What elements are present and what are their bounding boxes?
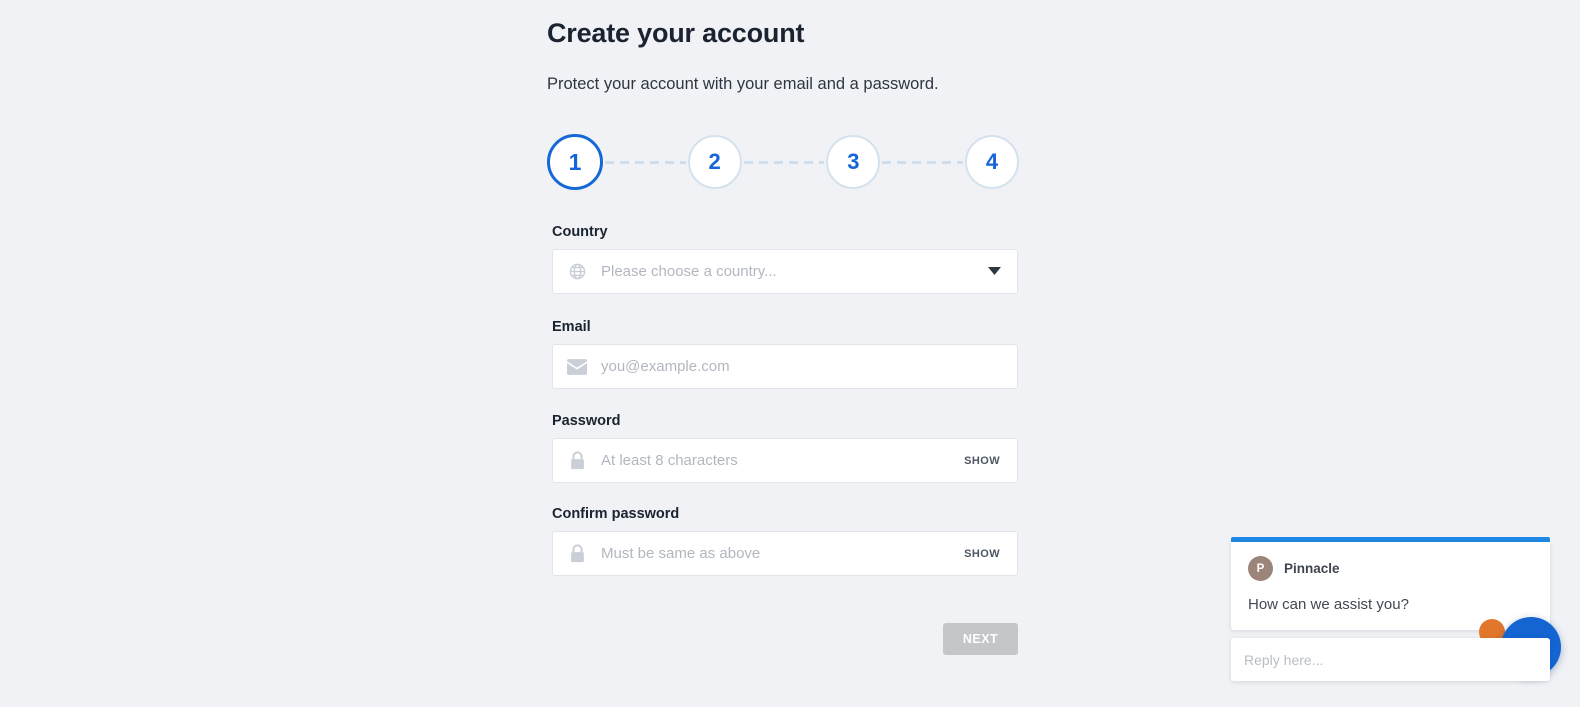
confirm-password-field-group: Confirm password SHOW — [552, 506, 1018, 577]
password-input[interactable] — [601, 439, 965, 483]
lock-icon — [553, 543, 601, 564]
password-show-toggle[interactable]: SHOW — [964, 455, 1017, 467]
step-1-label: 1 — [568, 148, 582, 175]
country-select[interactable] — [552, 249, 1018, 295]
chat-agent-header: P Pinnacle — [1248, 556, 1533, 581]
step-3-label: 3 — [847, 149, 860, 175]
confirm-password-show-toggle[interactable]: SHOW — [964, 548, 1017, 560]
envelope-icon — [553, 358, 601, 375]
chat-reply-input[interactable] — [1244, 651, 1550, 668]
email-input[interactable] — [601, 345, 1017, 389]
password-label: Password — [552, 413, 621, 430]
next-button[interactable]: NEXT — [943, 623, 1018, 656]
chat-widget: P Pinnacle How can we assist you? — [1231, 537, 1550, 681]
confirm-password-input[interactable] — [601, 532, 965, 576]
country-input[interactable] — [601, 250, 988, 294]
avatar: P — [1248, 556, 1273, 581]
signup-form: Country Email — [552, 224, 1018, 577]
email-label: Email — [552, 319, 591, 336]
email-field-group: Email — [552, 319, 1018, 390]
chat-reply-box[interactable] — [1231, 638, 1550, 681]
form-actions: NEXT — [552, 623, 1018, 656]
chat-message-text: How can we assist you? — [1248, 596, 1409, 613]
chevron-down-icon[interactable] — [988, 267, 1017, 276]
lock-icon — [553, 450, 601, 471]
step-indicator: 1 2 3 4 — [547, 134, 1020, 191]
chat-message-card: P Pinnacle How can we assist you? — [1231, 542, 1550, 630]
page-subtitle: Protect your account with your email and… — [547, 75, 939, 94]
confirm-password-input-shell[interactable]: SHOW — [552, 531, 1018, 577]
step-3[interactable]: 3 — [826, 135, 881, 190]
step-4[interactable]: 4 — [965, 135, 1020, 190]
chat-agent-name: Pinnacle — [1284, 561, 1340, 576]
signup-panel: Create your account Protect your account… — [547, 0, 1020, 656]
globe-icon — [553, 262, 601, 281]
step-connector-3 — [882, 160, 964, 164]
country-label: Country — [552, 224, 608, 241]
email-input-shell[interactable] — [552, 344, 1018, 390]
step-connector-2 — [743, 160, 825, 164]
password-field-group: Password SHOW — [552, 413, 1018, 484]
page-title: Create your account — [547, 18, 805, 48]
step-2[interactable]: 2 — [687, 135, 742, 190]
step-4-label: 4 — [985, 149, 999, 175]
step-connector-1 — [605, 160, 686, 164]
password-input-shell[interactable]: SHOW — [552, 438, 1018, 484]
confirm-password-label: Confirm password — [552, 506, 680, 523]
step-2-label: 2 — [708, 149, 721, 175]
country-field-group: Country — [552, 224, 1018, 295]
step-1[interactable]: 1 — [547, 134, 603, 191]
